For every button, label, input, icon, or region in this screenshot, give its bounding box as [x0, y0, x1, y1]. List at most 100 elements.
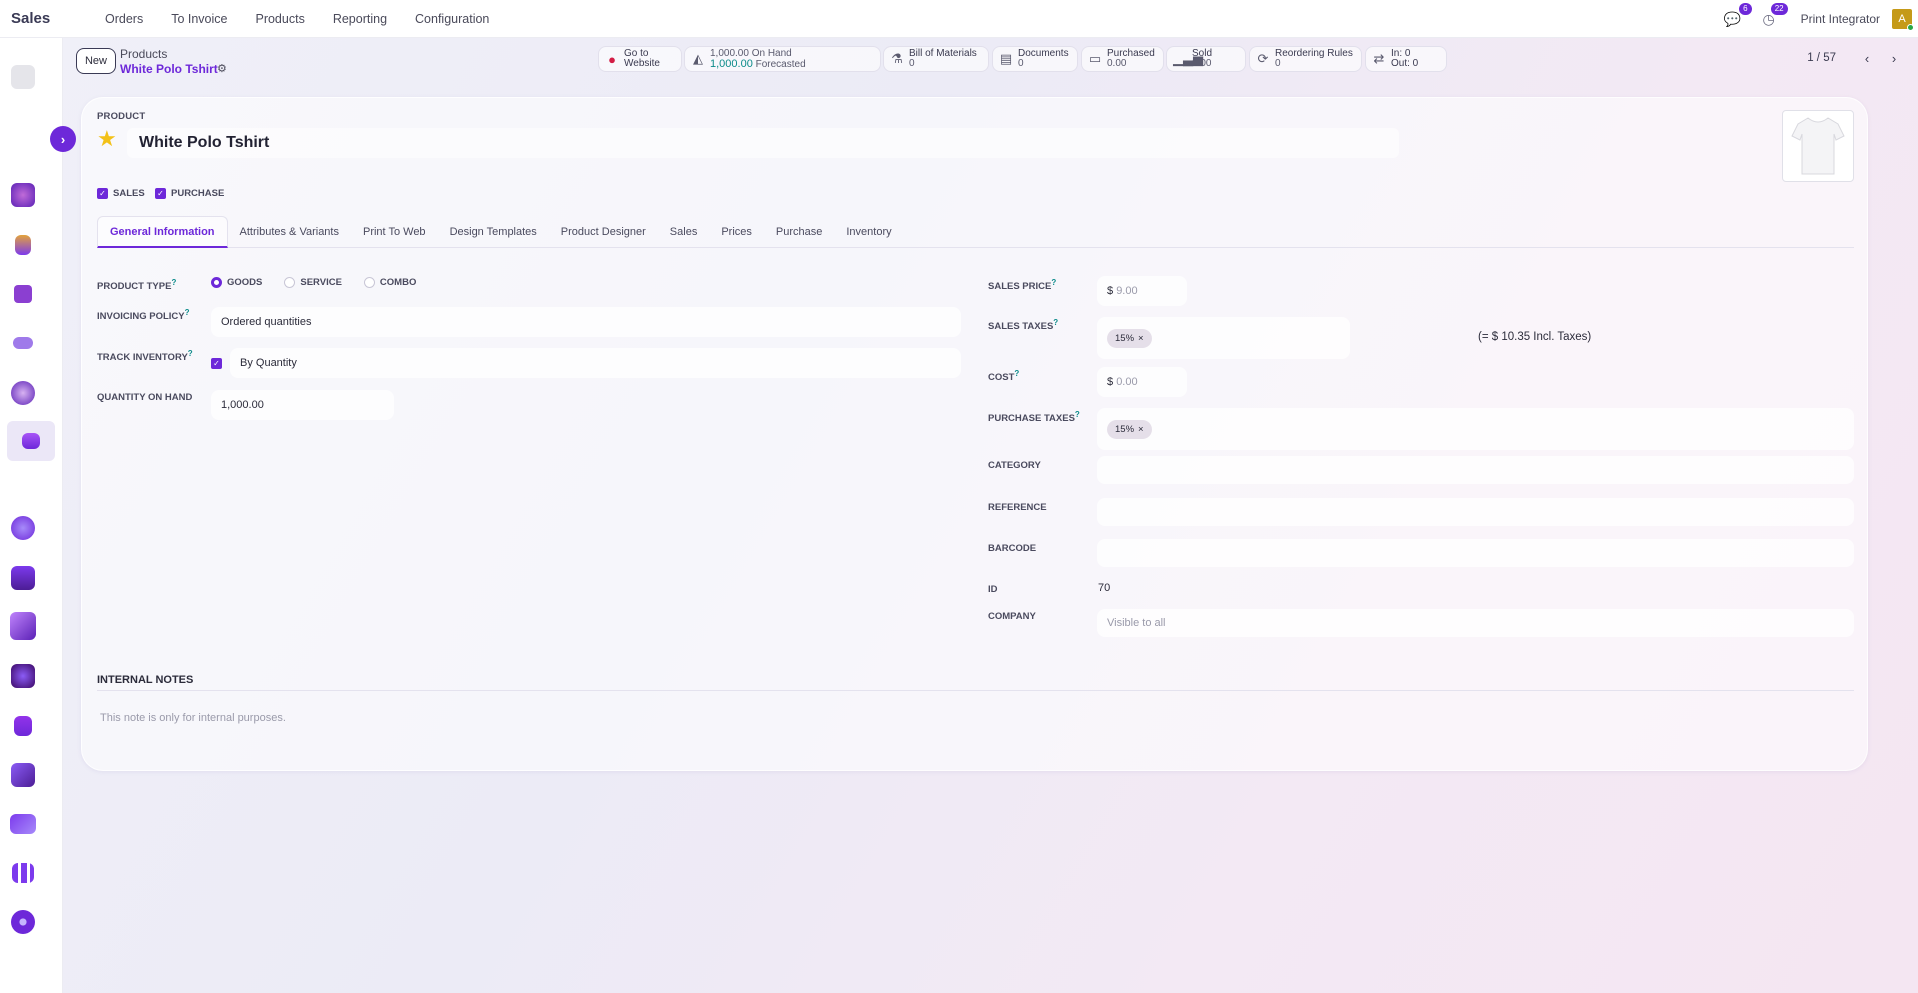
company-switcher[interactable]: Print Integrator: [1801, 12, 1880, 26]
menu-item-to-invoice[interactable]: To Invoice: [157, 12, 241, 26]
sales-tax-tag: 15% ×: [1107, 328, 1152, 348]
sidebar-app-2[interactable]: [10, 232, 36, 258]
top-navbar: Sales Orders To Invoice Products Reporti…: [0, 0, 1918, 38]
pager-next-button[interactable]: ›: [1884, 48, 1904, 68]
sidebar-app-settings[interactable]: [10, 909, 36, 935]
check-icon: ✓: [211, 358, 222, 369]
category-label: CATEGORY: [988, 460, 1041, 471]
grid-icon: [12, 863, 34, 883]
tab-print-to-web[interactable]: Print To Web: [351, 216, 438, 248]
chevron-right-icon: ›: [1891, 50, 1897, 66]
sales-price-input[interactable]: $ 9.00: [1097, 276, 1187, 306]
smart-button-purchased[interactable]: ▭ Purchased 0.00: [1081, 46, 1164, 72]
menu-item-products[interactable]: Products: [241, 12, 318, 26]
product-image[interactable]: [1782, 110, 1854, 182]
barcode-label: BARCODE: [988, 543, 1037, 554]
out-count: Out: 0: [1391, 58, 1419, 69]
remove-tag-icon[interactable]: ×: [1138, 424, 1144, 435]
barcode-input[interactable]: [1097, 539, 1854, 567]
sidebar-expand-button[interactable]: ›: [50, 126, 76, 152]
sold-value: 0.00: [1192, 58, 1212, 69]
sidebar-app-9[interactable]: [10, 612, 36, 640]
purchase-checkbox-label: PURCHASE: [171, 188, 225, 199]
forecasted-value: 1,000.00: [710, 57, 753, 70]
sidebar-app-8[interactable]: [10, 565, 36, 591]
sidebar-app-camera[interactable]: [10, 64, 36, 90]
tab-sales[interactable]: Sales: [658, 216, 710, 248]
tab-design-templates[interactable]: Design Templates: [438, 216, 549, 248]
messages-button[interactable]: 💬 6: [1723, 3, 1752, 29]
sidebar-app-12[interactable]: [10, 762, 36, 788]
invoicing-policy-label: INVOICING POLICY?: [97, 308, 190, 323]
pager-value[interactable]: 1 / 57: [1807, 52, 1836, 64]
smart-button-documents[interactable]: ▤ Documents 0: [992, 46, 1078, 72]
sidebar-apps-grid[interactable]: [10, 860, 36, 886]
sidebar-app-discuss[interactable]: [10, 182, 36, 208]
sales-checkbox[interactable]: ✓ SALES: [97, 188, 145, 199]
user-avatar[interactable]: A: [1892, 9, 1914, 31]
sidebar-app-7[interactable]: [10, 515, 36, 541]
radio-goods[interactable]: [211, 277, 222, 288]
new-button[interactable]: New: [76, 48, 116, 74]
menu-item-configuration[interactable]: Configuration: [401, 12, 503, 26]
smart-button-bom[interactable]: ⚗ Bill of Materials 0: [883, 46, 989, 72]
chat-icon: 💬: [1723, 10, 1742, 27]
smart-button-website[interactable]: ● Go to Website: [598, 46, 682, 72]
radio-service[interactable]: [284, 277, 296, 288]
purchase-taxes-input[interactable]: 15% ×: [1097, 408, 1854, 450]
sales-taxes-input[interactable]: 15% ×: [1097, 317, 1350, 359]
smart-button-inout[interactable]: ⇄ In: 0 Out: 0: [1365, 46, 1447, 72]
sidebar-app-5[interactable]: [10, 380, 36, 406]
purchase-checkbox[interactable]: ✓ PURCHASE: [155, 188, 224, 199]
sidebar-app-3[interactable]: [10, 281, 36, 307]
company-placeholder: Visible to all: [1107, 617, 1166, 629]
product-name-input[interactable]: White Polo Tshirt: [127, 128, 1399, 158]
radio-service-label: SERVICE: [300, 277, 342, 288]
tab-prices[interactable]: Prices: [709, 216, 764, 248]
track-inventory-select[interactable]: By Quantity: [230, 348, 961, 378]
quantity-on-hand-input[interactable]: 1,000.00: [211, 390, 394, 420]
tab-attributes-variants[interactable]: Attributes & Variants: [228, 216, 351, 248]
menu-item-reporting[interactable]: Reporting: [319, 12, 401, 26]
sidebar-app-10[interactable]: [10, 663, 36, 689]
menu-item-orders[interactable]: Orders: [91, 12, 157, 26]
app-icon: [10, 814, 36, 834]
product-type-label: PRODUCT TYPE?: [97, 278, 177, 293]
tab-inventory[interactable]: Inventory: [834, 216, 903, 248]
exchange-arrows-icon: ⇄: [1373, 51, 1385, 66]
tab-general-information[interactable]: General Information: [97, 216, 228, 248]
radio-combo[interactable]: [363, 277, 375, 288]
radio-combo-label: COMBO: [379, 277, 417, 288]
tab-purchase[interactable]: Purchase: [764, 216, 834, 248]
company-input[interactable]: Visible to all: [1097, 609, 1854, 637]
category-input[interactable]: [1097, 456, 1854, 484]
track-inventory-checkbox[interactable]: ✓: [211, 355, 222, 369]
remove-tag-icon[interactable]: ×: [1138, 333, 1144, 344]
favorite-star-icon[interactable]: ★: [97, 126, 117, 152]
purchase-tax-tag: 15% ×: [1107, 419, 1152, 439]
tab-product-designer[interactable]: Product Designer: [549, 216, 658, 248]
internal-notes-editor[interactable]: This note is only for internal purposes.: [100, 712, 286, 724]
sales-price-placeholder: 9.00: [1116, 285, 1138, 297]
reference-label: REFERENCE: [988, 502, 1047, 513]
smart-button-sold[interactable]: ▁▃▅ Sold 0.00: [1166, 46, 1246, 72]
reference-input[interactable]: [1097, 498, 1854, 526]
smart-button-reordering[interactable]: ⟳ Reordering Rules 0: [1249, 46, 1362, 72]
sidebar-app-13[interactable]: [10, 811, 36, 837]
bom-count: 0: [909, 58, 915, 69]
pager-previous-button[interactable]: ‹: [1857, 48, 1877, 68]
sales-tax-tag-label: 15%: [1115, 332, 1135, 344]
sidebar-app-sales[interactable]: [7, 421, 55, 461]
record-actions-gear-icon[interactable]: ⚙: [217, 62, 227, 75]
sidebar-app-11[interactable]: [10, 713, 36, 739]
cost-input[interactable]: $ 0.00: [1097, 367, 1187, 397]
sidebar-app-contacts[interactable]: [10, 330, 36, 356]
smart-button-onhand[interactable]: ◭ 1,000.00 On Hand 1,000.00 Forecasted: [684, 46, 881, 72]
breadcrumb-parent[interactable]: Products: [120, 47, 167, 61]
form-sheet: PRODUCT ★ White Polo Tshirt ✓ SALES ✓ PU…: [81, 97, 1868, 771]
app-brand[interactable]: Sales: [11, 10, 91, 27]
calendar-app-icon: [14, 285, 32, 303]
company-label: COMPANY: [988, 611, 1036, 622]
invoicing-policy-select[interactable]: Ordered quantities: [211, 307, 961, 337]
activities-button[interactable]: ◷ 22: [1759, 3, 1788, 29]
